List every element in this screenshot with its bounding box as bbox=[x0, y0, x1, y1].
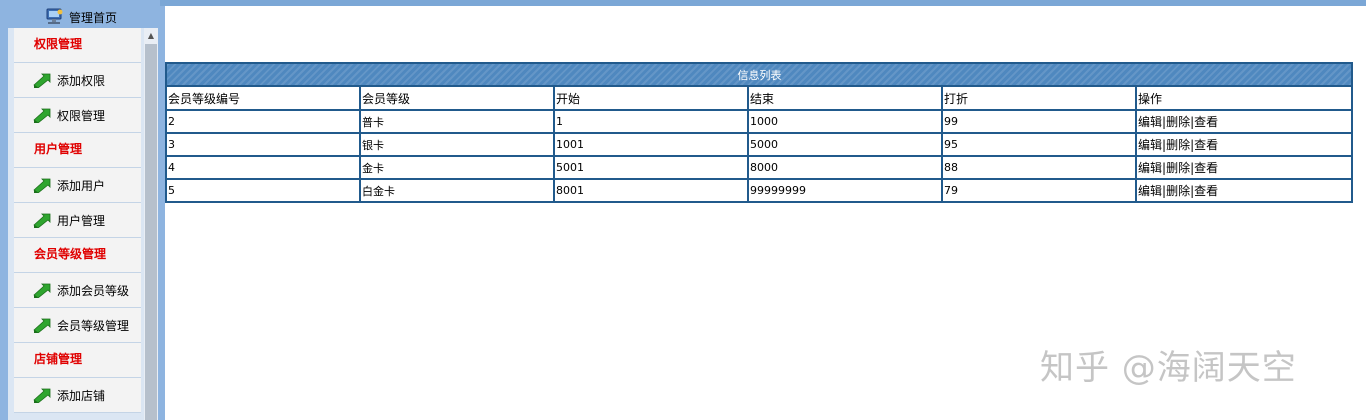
delete-link[interactable]: 删除 bbox=[1166, 138, 1190, 152]
column-header: 结束 bbox=[747, 85, 943, 111]
table-cell: 79 bbox=[941, 178, 1137, 203]
table-body: 2 普卡 1 1000 99 编辑|删除|查看 3 银卡 1001 5000 95 编辑|删除|查看 4… bbox=[165, 109, 1354, 203]
table-cell: 99999999 bbox=[747, 178, 943, 203]
edit-link[interactable]: 编辑 bbox=[1138, 138, 1162, 152]
menu-item[interactable]: 添加权限 bbox=[14, 63, 141, 98]
menu-item-label: 添加权限 bbox=[57, 73, 106, 88]
menu-item[interactable]: 添加店铺 bbox=[14, 378, 141, 413]
column-header: 会员等级编号 bbox=[165, 85, 361, 111]
table-cell: 95 bbox=[941, 132, 1137, 157]
green-arrow-icon bbox=[32, 107, 52, 124]
menu-item[interactable]: 会员等级管理 bbox=[14, 308, 141, 343]
menu-item-label: 添加会员等级 bbox=[57, 283, 130, 298]
menu-item[interactable]: 权限管理 bbox=[14, 98, 141, 133]
scroll-thumb[interactable] bbox=[145, 44, 157, 420]
table-cell: 2 bbox=[165, 109, 361, 134]
green-arrow-icon bbox=[32, 177, 52, 194]
home-label: 管理首页 bbox=[69, 10, 118, 25]
delete-link[interactable]: 删除 bbox=[1166, 184, 1190, 198]
green-arrow-icon bbox=[32, 282, 52, 299]
home-link[interactable]: 管理首页 bbox=[44, 6, 159, 28]
table-cell: 99 bbox=[941, 109, 1137, 134]
table-cell: 1000 bbox=[747, 109, 943, 134]
menu-section-title[interactable]: 用户管理 bbox=[14, 133, 141, 168]
view-link[interactable]: 查看 bbox=[1194, 161, 1218, 175]
green-arrow-icon bbox=[32, 212, 52, 229]
edit-link[interactable]: 编辑 bbox=[1138, 184, 1162, 198]
menu-item-label: 用户管理 bbox=[57, 213, 106, 228]
green-arrow-icon bbox=[32, 72, 52, 89]
table-cell: 5 bbox=[165, 178, 361, 203]
table-header-row: 会员等级编号 会员等级 开始 结束 打折 操作 bbox=[165, 85, 1354, 111]
actions-cell: 编辑|删除|查看 bbox=[1134, 109, 1354, 134]
table-row: 5 白金卡 8001 99999999 79 编辑|删除|查看 bbox=[165, 178, 1354, 203]
column-header: 打折 bbox=[941, 85, 1137, 111]
menu-item-label: 添加用户 bbox=[57, 178, 106, 193]
table-cell: 8000 bbox=[747, 155, 943, 180]
view-link[interactable]: 查看 bbox=[1194, 184, 1218, 198]
menu-item-label: 会员等级管理 bbox=[57, 318, 130, 333]
actions-cell: 编辑|删除|查看 bbox=[1134, 178, 1354, 203]
sidebar-menu: 权限管理 添加权限 权限管理 用户管理 添加用户 用户管理 会员等级管理 添加会员等级 会员等级… bbox=[8, 28, 158, 420]
table-cell: 5000 bbox=[747, 132, 943, 157]
table-cell: 4 bbox=[165, 155, 361, 180]
column-header: 开始 bbox=[553, 85, 749, 111]
edit-link[interactable]: 编辑 bbox=[1138, 161, 1162, 175]
menu-item[interactable]: 用户管理 bbox=[14, 203, 141, 238]
table-cell: 5001 bbox=[553, 155, 749, 180]
green-arrow-icon bbox=[32, 317, 52, 334]
table-cell: 3 bbox=[165, 132, 361, 157]
menu-section-title[interactable]: 会员等级管理 bbox=[14, 238, 141, 273]
table-title: 信息列表 bbox=[164, 62, 1354, 87]
menu-item-label: 权限管理 bbox=[57, 108, 106, 123]
view-link[interactable]: 查看 bbox=[1194, 138, 1218, 152]
scroll-up-arrow-icon[interactable]: ▲ bbox=[144, 28, 158, 42]
info-table: 信息列表 会员等级编号 会员等级 开始 结束 打折 操作 2 普卡 1 1000 99 编辑|删除|… bbox=[164, 62, 1354, 203]
table-row: 3 银卡 1001 5000 95 编辑|删除|查看 bbox=[165, 132, 1354, 157]
edit-link[interactable]: 编辑 bbox=[1138, 115, 1162, 129]
table-cell: 普卡 bbox=[359, 109, 555, 134]
table-row: 4 金卡 5001 8000 88 编辑|删除|查看 bbox=[165, 155, 1354, 180]
table-cell: 1001 bbox=[553, 132, 749, 157]
column-header: 操作 bbox=[1134, 85, 1354, 111]
column-header: 会员等级 bbox=[359, 85, 555, 111]
top-strip bbox=[0, 0, 1366, 6]
table-cell: 8001 bbox=[553, 178, 749, 203]
table-cell: 88 bbox=[941, 155, 1137, 180]
actions-cell: 编辑|删除|查看 bbox=[1134, 132, 1354, 157]
menu-list: 权限管理 添加权限 权限管理 用户管理 添加用户 用户管理 会员等级管理 添加会员等级 会员等级… bbox=[14, 28, 141, 413]
table-cell: 金卡 bbox=[359, 155, 555, 180]
table-row: 2 普卡 1 1000 99 编辑|删除|查看 bbox=[165, 109, 1354, 134]
delete-link[interactable]: 删除 bbox=[1166, 161, 1190, 175]
menu-section-title[interactable]: 店铺管理 bbox=[14, 343, 141, 378]
menu-item-label: 添加店铺 bbox=[57, 388, 106, 403]
green-arrow-icon bbox=[32, 387, 52, 404]
watermark: 知乎 @海阔天空 bbox=[1040, 348, 1297, 388]
actions-cell: 编辑|删除|查看 bbox=[1134, 155, 1354, 180]
menu-section-title[interactable]: 权限管理 bbox=[14, 28, 141, 63]
menu-item[interactable]: 添加用户 bbox=[14, 168, 141, 203]
table-cell: 银卡 bbox=[359, 132, 555, 157]
table-cell: 白金卡 bbox=[359, 178, 555, 203]
table-cell: 1 bbox=[553, 109, 749, 134]
delete-link[interactable]: 删除 bbox=[1166, 115, 1190, 129]
view-link[interactable]: 查看 bbox=[1194, 115, 1218, 129]
menu-item[interactable]: 添加会员等级 bbox=[14, 273, 141, 308]
home-computer-icon bbox=[44, 8, 64, 26]
sidebar-scrollbar[interactable]: ▲ bbox=[144, 28, 158, 420]
